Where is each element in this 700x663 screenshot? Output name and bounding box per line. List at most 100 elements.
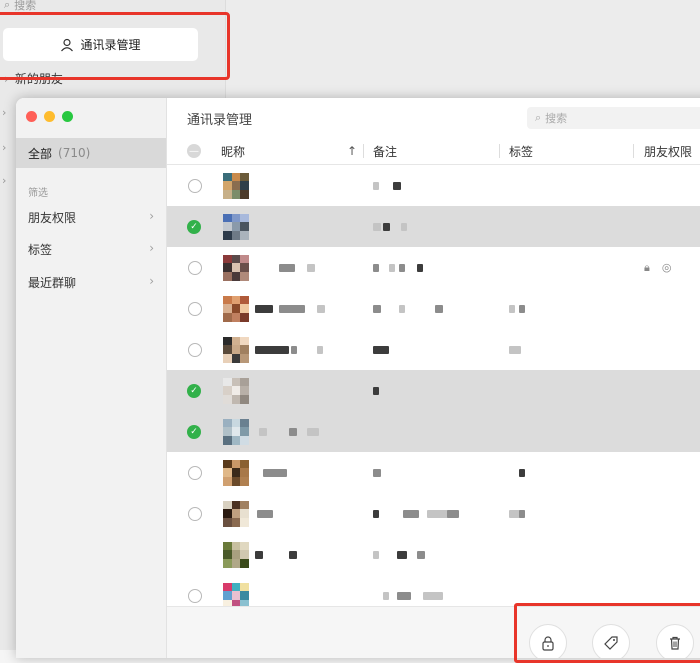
redacted-text [373, 509, 379, 518]
redacted-text [417, 263, 423, 272]
sidebar-item-label: 最近群聊 [28, 276, 77, 290]
highlight-box-manage [0, 12, 230, 80]
redacted-text [389, 263, 395, 272]
unchecked-checkbox[interactable] [188, 342, 202, 357]
sidebar-item-label: 标签 [28, 243, 53, 257]
unchecked-checkbox[interactable] [188, 301, 202, 316]
checked-checkbox[interactable]: ✓ [187, 219, 201, 234]
column-tag[interactable]: 标签 [509, 143, 533, 160]
redacted-text [255, 304, 273, 313]
redacted-text [279, 263, 295, 272]
table-row[interactable]: ✓ [167, 370, 700, 411]
avatar [223, 459, 249, 486]
chevron-right-icon[interactable]: › [2, 106, 6, 119]
zoom-window-button[interactable] [62, 111, 73, 122]
redacted-text [427, 509, 449, 518]
checked-checkbox[interactable]: ✓ [187, 383, 201, 398]
redacted-text [397, 550, 407, 559]
column-nickname[interactable]: 昵称 [221, 143, 245, 160]
table-row[interactable] [167, 288, 700, 329]
redacted-text [255, 550, 263, 559]
unchecked-checkbox[interactable] [188, 506, 202, 521]
sidebar-item-recent-groups[interactable]: 最近群聊 › [28, 274, 154, 291]
avatar [223, 377, 249, 404]
table-row[interactable] [167, 329, 700, 370]
table-row[interactable] [167, 493, 700, 534]
redacted-text [373, 345, 389, 354]
chevron-right-icon[interactable]: › [2, 174, 6, 187]
redacted-text [403, 509, 419, 518]
redacted-text [373, 181, 379, 190]
redacted-text [373, 550, 379, 559]
sort-ascending-icon[interactable]: ↑ [347, 144, 357, 158]
redacted-text [383, 591, 389, 600]
redacted-text [399, 263, 405, 272]
redacted-text [307, 263, 315, 272]
redacted-text [417, 550, 425, 559]
select-all-checkbox[interactable]: — [187, 144, 201, 158]
dialog-search-input[interactable]: ⌕ 搜索 [527, 107, 700, 129]
redacted-text [289, 427, 297, 436]
unchecked-checkbox[interactable] [188, 260, 202, 275]
redacted-text [291, 345, 297, 354]
redacted-text [519, 468, 525, 477]
table-row[interactable]: ✓ [167, 206, 700, 247]
chevron-right-icon: › [149, 274, 154, 288]
unchecked-checkbox[interactable] [188, 588, 202, 603]
table-row[interactable] [167, 165, 700, 206]
table-row[interactable] [167, 534, 700, 575]
table-header: — 昵称 ↑ 备注 标签 朋友权限 [167, 138, 700, 165]
redacted-text [259, 427, 267, 436]
checked-checkbox[interactable]: ✓ [187, 424, 201, 439]
close-window-button[interactable] [26, 111, 37, 122]
chevron-right-icon[interactable]: › [2, 141, 6, 154]
permission-icons: 🔒︎ ◎ [644, 261, 671, 275]
dialog-search-placeholder: 搜索 [545, 112, 568, 125]
redacted-text [255, 345, 289, 354]
redacted-text [383, 222, 390, 231]
redacted-text [373, 468, 381, 477]
sidebar-item-label: 朋友权限 [28, 211, 77, 225]
table-row[interactable]: 🔒︎ ◎ [167, 247, 700, 288]
search-icon: ⌕ [535, 111, 542, 124]
redacted-text [373, 304, 381, 313]
dialog-sidebar: 全部 (710) 筛选 朋友权限 › 标签 › 最近群聊 › [16, 98, 167, 658]
sidebar-item-all[interactable]: 全部 (710) [16, 138, 166, 168]
minimize-window-button[interactable] [44, 111, 55, 122]
redacted-text [317, 345, 323, 354]
dialog-main: 通讯录管理 ⌕ 搜索 — 昵称 ↑ 备注 标签 朋友权限 ✓ 🔒︎ ◎ ✓ ✓ [167, 98, 700, 658]
sidebar-item-tags[interactable]: 标签 › [28, 241, 154, 258]
redacted-text [423, 591, 443, 600]
redacted-text [373, 222, 381, 231]
table-row[interactable]: ✓ [167, 411, 700, 452]
lock-icon: 🔒︎ [644, 260, 650, 274]
sidebar-item-friend-permission[interactable]: 朋友权限 › [28, 209, 154, 226]
eye-hidden-icon: ◎ [661, 260, 672, 274]
avatar [223, 172, 249, 199]
avatar [223, 336, 249, 363]
chevron-right-icon: › [149, 209, 154, 223]
redacted-text [263, 468, 287, 477]
table-row[interactable] [167, 452, 700, 493]
redacted-text [317, 304, 325, 313]
avatar [223, 541, 249, 568]
sidebar-item-all-count: (710) [58, 146, 91, 160]
redacted-text [519, 509, 525, 518]
redacted-text [509, 304, 515, 313]
redacted-text [401, 222, 407, 231]
unchecked-checkbox[interactable] [188, 465, 202, 480]
redacted-text [399, 304, 405, 313]
column-divider [633, 144, 634, 158]
unchecked-checkbox[interactable] [188, 178, 202, 193]
redacted-text [289, 550, 297, 559]
highlight-box-actions [514, 603, 700, 663]
contacts-table: ✓ 🔒︎ ◎ ✓ ✓ [167, 165, 700, 616]
avatar [223, 254, 249, 281]
avatar [223, 500, 249, 527]
redacted-text [509, 345, 521, 354]
redacted-text [373, 386, 379, 395]
column-note[interactable]: 备注 [373, 143, 397, 160]
column-permission[interactable]: 朋友权限 [644, 143, 692, 160]
window-controls [26, 111, 73, 122]
redacted-text [393, 181, 401, 190]
